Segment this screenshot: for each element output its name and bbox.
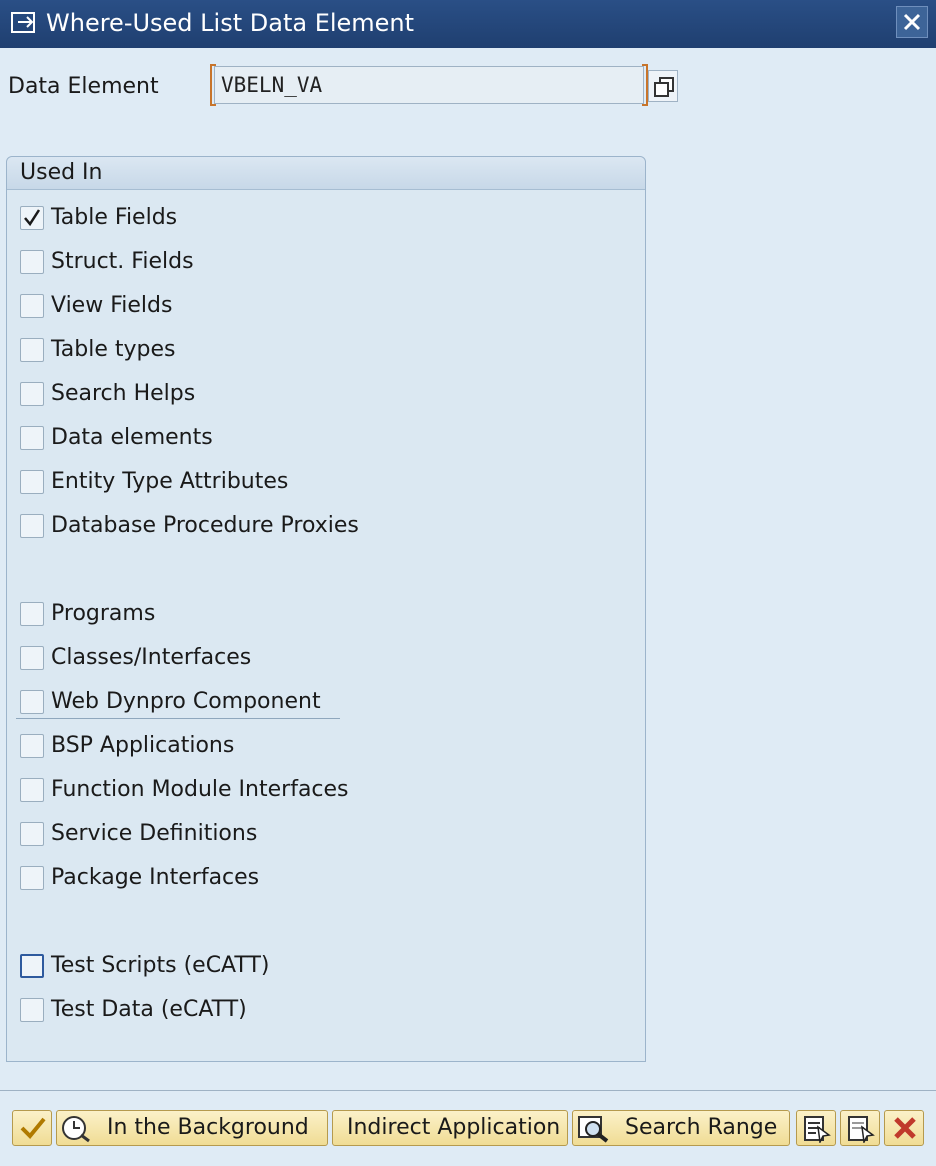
checkbox[interactable] [20, 206, 44, 230]
group-header: Used In [7, 157, 645, 190]
checkbox[interactable] [20, 690, 44, 714]
search-range-label: Search Range [625, 1115, 778, 1140]
data-element-input[interactable]: VBELN_VA [214, 66, 644, 104]
checkbox-label: Classes/Interfaces [51, 645, 252, 670]
checkbox-label: Data elements [51, 425, 213, 450]
popup-window-icon [10, 10, 38, 36]
checkbox-label: Struct. Fields [51, 249, 194, 274]
value-help-button[interactable] [648, 70, 678, 102]
checkbox[interactable] [20, 338, 44, 362]
checkbox[interactable] [20, 294, 44, 318]
checkbox-label: BSP Applications [51, 733, 235, 758]
checkbox-label: Database Procedure Proxies [51, 513, 359, 538]
checkbox[interactable] [20, 734, 44, 758]
cancel-button[interactable] [884, 1110, 924, 1146]
checkbox-label: Service Definitions [51, 821, 258, 846]
indirect-application-button[interactable]: Indirect Application [332, 1110, 568, 1146]
close-button[interactable] [896, 6, 928, 38]
checkbox[interactable] [20, 866, 44, 890]
data-element-label: Data Element [8, 74, 159, 99]
checkbox[interactable] [20, 778, 44, 802]
checkbox-label: Search Helps [51, 381, 196, 406]
execute-button[interactable] [12, 1110, 52, 1146]
checkbox[interactable] [20, 602, 44, 626]
checkbox-label: Table types [51, 337, 176, 362]
title-bar: Where-Used List Data Element [0, 0, 936, 48]
checkbox-label: Function Module Interfaces [51, 777, 349, 802]
checkbox-label: Package Interfaces [51, 865, 260, 890]
in-background-button[interactable]: In the Background [56, 1110, 328, 1146]
checkbox[interactable] [20, 514, 44, 538]
checkbox[interactable] [20, 250, 44, 274]
cancel-icon [892, 1115, 918, 1152]
checkbox-label: Test Data (eCATT) [51, 997, 247, 1022]
deselect-all-icon [846, 1115, 876, 1154]
checkmark-icon [19, 1115, 47, 1152]
clock-icon [61, 1115, 91, 1154]
checkbox[interactable] [20, 382, 44, 406]
input-focus-bracket-left [210, 64, 216, 106]
deselect-all-button[interactable] [840, 1110, 880, 1146]
magnifier-icon [577, 1115, 611, 1154]
checkbox[interactable] [20, 470, 44, 494]
select-all-button[interactable] [796, 1110, 836, 1146]
group-title: Used In [20, 160, 103, 185]
checkbox-label: Programs [51, 601, 156, 626]
indirect-application-label: Indirect Application [347, 1115, 561, 1140]
checkbox[interactable] [20, 998, 44, 1022]
checkbox-label: View Fields [51, 293, 173, 318]
checkbox[interactable] [20, 954, 44, 978]
search-range-button[interactable]: Search Range [572, 1110, 790, 1146]
toolbar-divider [0, 1090, 936, 1091]
select-all-icon [802, 1115, 832, 1154]
in-background-label: In the Background [107, 1115, 309, 1140]
group-separator [16, 718, 340, 719]
checkbox-label: Web Dynpro Component [51, 689, 321, 714]
checkbox-label: Table Fields [51, 205, 178, 230]
checkmark-icon [24, 209, 41, 227]
checkbox-label: Entity Type Attributes [51, 469, 289, 494]
checkbox-label: Test Scripts (eCATT) [51, 953, 270, 978]
checkbox[interactable] [20, 646, 44, 670]
checkbox[interactable] [20, 822, 44, 846]
checkbox[interactable] [20, 426, 44, 450]
window-title: Where-Used List Data Element [46, 9, 415, 37]
